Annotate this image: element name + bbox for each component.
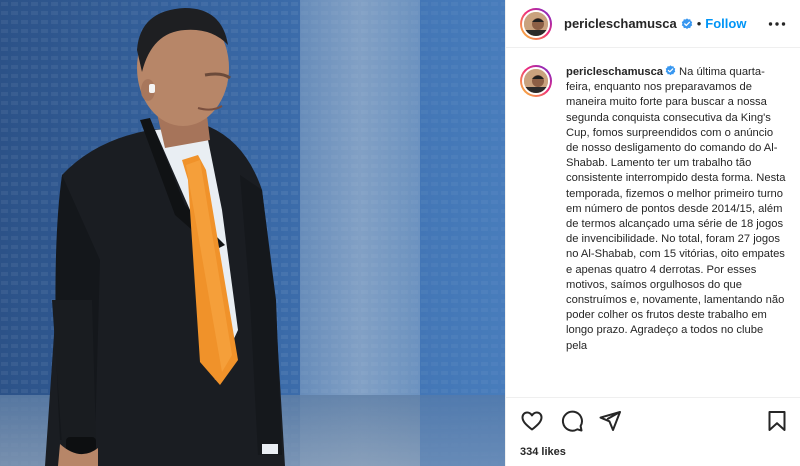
header-username[interactable]: pericleschamusca	[564, 16, 677, 31]
caption-username[interactable]: pericleschamusca	[566, 66, 663, 78]
post-photo[interactable]	[0, 0, 505, 466]
caption-row: pericleschamusca Na última quarta-feira,…	[520, 65, 787, 354]
coach-photo-illustration	[0, 0, 505, 466]
avatar-image	[522, 9, 550, 38]
header-separator: •	[696, 16, 702, 31]
more-options-icon[interactable]	[767, 14, 787, 34]
comments-section[interactable]: pericleschamusca Na última quarta-feira,…	[506, 49, 800, 396]
likes-count[interactable]: 334 likes	[520, 446, 566, 458]
avatar-image	[522, 67, 550, 95]
caption-text-block: pericleschamusca Na última quarta-feira,…	[566, 65, 787, 354]
avatar-photo	[524, 69, 548, 93]
post-side-panel: pericleschamusca • Follow pericleschamus…	[505, 0, 800, 466]
bookmark-icon[interactable]	[765, 409, 789, 433]
comment-icon[interactable]	[560, 409, 584, 433]
follow-button[interactable]: Follow	[705, 16, 746, 31]
share-icon[interactable]	[598, 409, 622, 433]
post-header: pericleschamusca • Follow	[506, 0, 800, 48]
action-bar	[506, 397, 800, 441]
verified-badge-icon	[681, 17, 692, 29]
instagram-post: pericleschamusca • Follow pericleschamus…	[0, 0, 800, 466]
verified-badge-icon	[665, 65, 676, 76]
avatar-photo	[524, 11, 548, 36]
heart-icon[interactable]	[520, 409, 544, 433]
header-avatar[interactable]	[520, 7, 552, 40]
caption-text: Na última quarta-feira, enquanto nos pre…	[566, 66, 786, 352]
caption-avatar[interactable]	[520, 65, 552, 97]
